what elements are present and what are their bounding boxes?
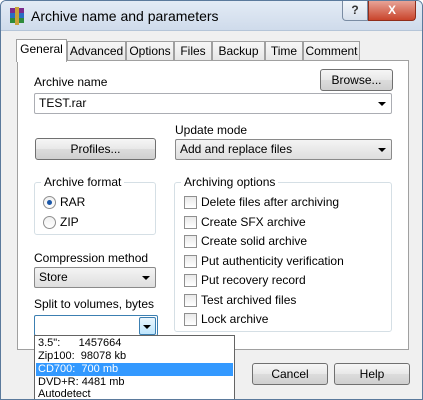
general-panel: Archive name Browse... TEST.rar Update m…: [17, 60, 409, 350]
chevron-down-icon[interactable]: [378, 148, 386, 152]
zip-label: ZIP: [60, 215, 79, 229]
tab-advanced[interactable]: Advanced: [67, 41, 126, 61]
lock-archive-label: Lock archive: [201, 312, 269, 326]
archive-dialog: Archive name and parameters ? X General …: [0, 0, 423, 400]
archive-name-label: Archive name: [34, 75, 108, 89]
tab-general[interactable]: General: [16, 39, 67, 62]
archive-name-input[interactable]: TEST.rar: [34, 93, 392, 114]
rar-label: RAR: [60, 195, 86, 209]
split-option-3-5[interactable]: 3.5": 1457664: [36, 337, 233, 350]
winrar-icon: [10, 7, 24, 25]
tab-time[interactable]: Time: [265, 41, 303, 61]
archiving-options-group: Archiving options Delete files after arc…: [174, 175, 392, 332]
create-sfx-label: Create SFX archive: [201, 215, 306, 229]
split-volumes-label: Split to volumes, bytes: [34, 297, 155, 311]
compression-method-value: Store: [39, 270, 68, 284]
title-bar: Archive name and parameters ? X: [1, 1, 422, 31]
authenticity-checkbox[interactable]: [184, 255, 197, 268]
test-files-checkbox[interactable]: [184, 294, 197, 307]
update-mode-label: Update mode: [175, 123, 248, 137]
compression-method-select[interactable]: Store: [34, 267, 156, 288]
browse-button[interactable]: Browse...: [320, 69, 393, 91]
chevron-down-icon[interactable]: [142, 276, 150, 280]
split-volumes-dropdown: 3.5": 1457664 Zip100: 98078 kb CD700: 70…: [34, 335, 235, 399]
tab-options[interactable]: Options: [126, 41, 174, 61]
delete-files-label: Delete files after archiving: [201, 195, 340, 209]
rar-radio[interactable]: [43, 196, 56, 209]
lock-archive-checkbox[interactable]: [184, 313, 197, 326]
tab-comment[interactable]: Comment: [303, 41, 360, 61]
split-volumes-input[interactable]: [34, 315, 158, 336]
zip-radio[interactable]: [43, 216, 56, 229]
recovery-record-label: Put recovery record: [201, 273, 306, 287]
create-solid-checkbox[interactable]: [184, 235, 197, 248]
profiles-button[interactable]: Profiles...: [35, 138, 156, 160]
chevron-down-icon[interactable]: [378, 102, 386, 106]
delete-files-checkbox[interactable]: [184, 196, 197, 209]
create-solid-label: Create solid archive: [201, 234, 308, 248]
close-button[interactable]: X: [368, 1, 416, 21]
help-button[interactable]: Help: [334, 363, 410, 385]
tab-backup[interactable]: Backup: [212, 41, 265, 61]
authenticity-label: Put authenticity verification: [201, 254, 344, 268]
archiving-options-title: Archiving options: [181, 175, 279, 189]
archive-format-group: Archive format RAR ZIP: [34, 175, 156, 235]
window-title: Archive name and parameters: [31, 8, 219, 24]
create-sfx-checkbox[interactable]: [184, 216, 197, 229]
cancel-button[interactable]: Cancel: [252, 363, 328, 385]
tab-files[interactable]: Files: [174, 41, 212, 61]
title-help-button[interactable]: ?: [342, 1, 368, 21]
split-option-autodetect[interactable]: Autodetect: [36, 388, 233, 399]
compression-method-label: Compression method: [34, 251, 149, 265]
archive-format-title: Archive format: [41, 175, 125, 189]
update-mode-value: Add and replace files: [180, 142, 293, 156]
archive-name-value: TEST.rar: [39, 96, 87, 110]
split-option-zip100[interactable]: Zip100: 98078 kb: [36, 350, 233, 363]
split-dropdown-button[interactable]: [139, 317, 156, 335]
update-mode-select[interactable]: Add and replace files: [175, 139, 392, 160]
split-option-cd700[interactable]: CD700: 700 mb: [36, 363, 233, 376]
test-files-label: Test archived files: [201, 293, 297, 307]
chevron-down-icon: [143, 325, 151, 329]
recovery-record-checkbox[interactable]: [184, 274, 197, 287]
